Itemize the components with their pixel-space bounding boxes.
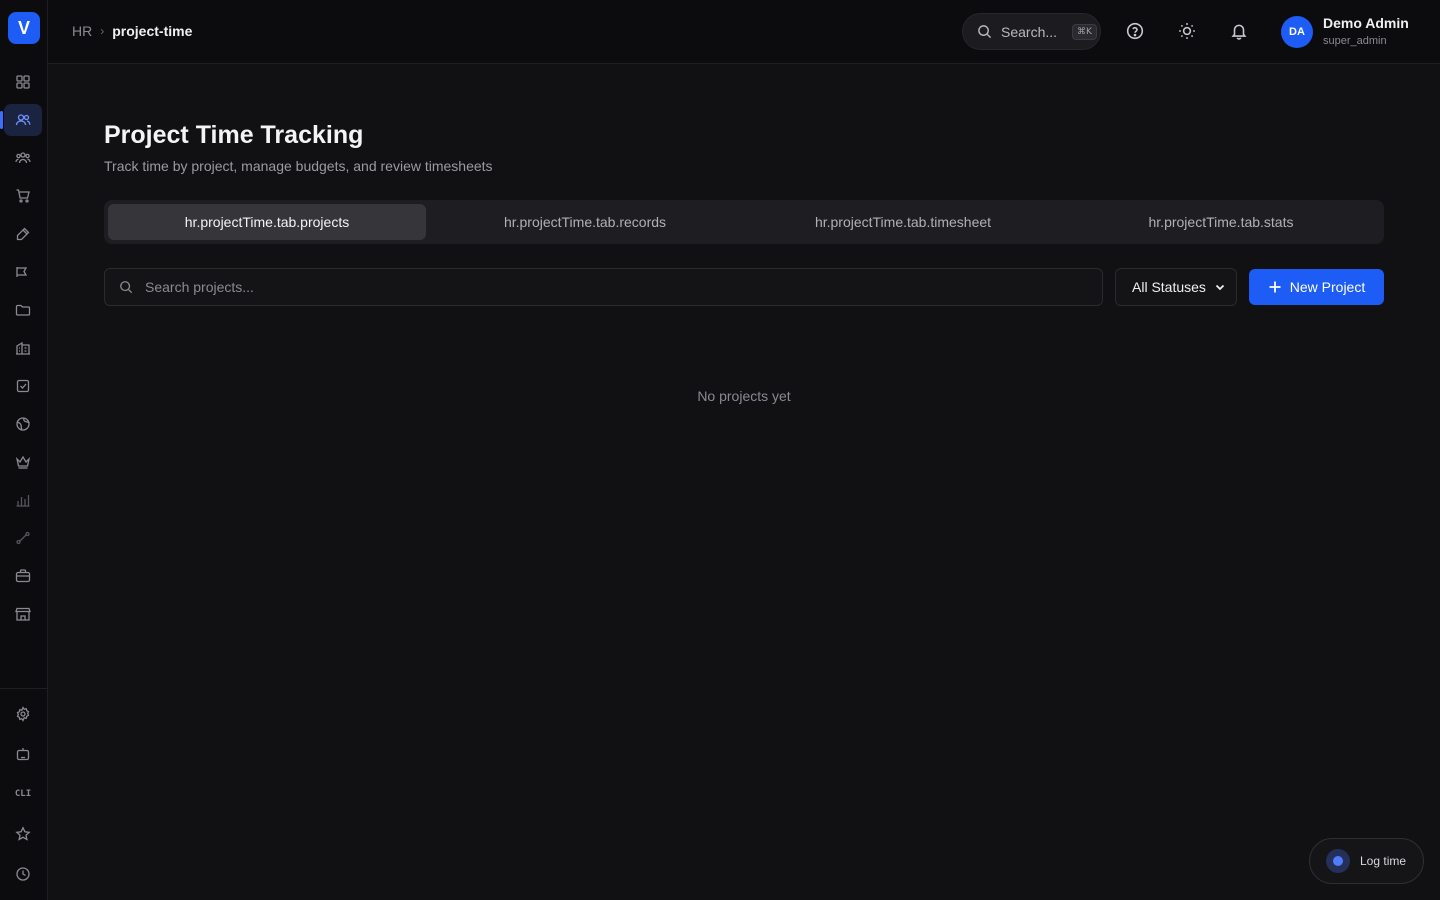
- page-title: Project Time Tracking: [104, 121, 364, 149]
- sidebar-item-history[interactable]: [4, 858, 42, 890]
- active-nav-indicator: [0, 111, 3, 129]
- status-filter-value: All Statuses: [1132, 279, 1206, 295]
- chevron-down-icon: [1215, 284, 1225, 291]
- star-icon: [15, 826, 31, 841]
- user-role: super_admin: [1323, 35, 1387, 47]
- sidebar-item-cli[interactable]: CLI: [4, 778, 42, 810]
- sidebar-item-settings[interactable]: [4, 698, 42, 730]
- pen-icon: [16, 227, 30, 241]
- theme-toggle-button[interactable]: [1176, 20, 1198, 42]
- tab-stats[interactable]: hr.projectTime.tab.stats: [1062, 204, 1380, 240]
- sidebar-item-hr[interactable]: [4, 104, 42, 136]
- sidebar-item-marketing[interactable]: [4, 256, 42, 288]
- clock-icon: [16, 867, 30, 881]
- sidebar-item-company[interactable]: [4, 332, 42, 364]
- cart-icon: [16, 189, 30, 203]
- breadcrumb: HR › project-time: [72, 23, 192, 39]
- bot-icon: [16, 748, 30, 761]
- user-name[interactable]: Demo Admin: [1323, 15, 1409, 31]
- sidebar-item-routes[interactable]: [4, 522, 42, 554]
- status-filter-select[interactable]: All Statuses: [1115, 268, 1237, 306]
- notifications-button[interactable]: [1228, 20, 1250, 42]
- global-search-button[interactable]: Search... ⌘K: [962, 13, 1101, 50]
- search-icon: [978, 25, 992, 39]
- sidebar: V CLI: [0, 0, 48, 900]
- search-icon: [120, 281, 133, 294]
- crown-icon: [15, 455, 31, 469]
- sidebar-item-files[interactable]: [4, 294, 42, 326]
- sidebar-item-shop[interactable]: [4, 180, 42, 212]
- sidebar-item-tasks[interactable]: [4, 370, 42, 402]
- globe-icon: [16, 417, 30, 431]
- app-logo[interactable]: V: [8, 12, 40, 44]
- megaphone-icon: [16, 267, 28, 277]
- search-label: Search...: [1001, 23, 1058, 40]
- empty-state-message: No projects yet: [697, 388, 791, 404]
- sidebar-item-premium[interactable]: [4, 446, 42, 478]
- folder-icon: [15, 304, 31, 316]
- bar-chart-icon: [16, 495, 30, 507]
- briefcase-icon: [15, 569, 31, 583]
- new-project-label: New Project: [1289, 279, 1366, 295]
- breadcrumb-current: project-time: [112, 23, 193, 39]
- tab-projects[interactable]: hr.projectTime.tab.projects: [108, 204, 426, 240]
- log-time-label: Log time: [1360, 854, 1407, 868]
- dashboard-icon: [16, 75, 30, 89]
- sidebar-item-team[interactable]: [4, 142, 42, 174]
- sidebar-item-design[interactable]: [4, 218, 42, 250]
- sidebar-item-favorites[interactable]: [4, 818, 42, 850]
- tab-bar: hr.projectTime.tab.projects hr.projectTi…: [104, 200, 1384, 244]
- top-header: HR › project-time Search... ⌘K DA Demo A…: [48, 0, 1440, 64]
- sidebar-item-jobs[interactable]: [4, 560, 42, 592]
- checkbox-icon: [16, 379, 30, 393]
- breadcrumb-root[interactable]: HR: [72, 23, 92, 39]
- plus-icon: [1269, 281, 1281, 293]
- project-search-box: [104, 268, 1103, 306]
- cli-icon: CLI: [14, 789, 32, 799]
- project-search-input[interactable]: [145, 279, 1102, 295]
- log-time-icon: [1326, 849, 1350, 873]
- sidebar-item-dashboard[interactable]: [4, 66, 42, 98]
- avatar[interactable]: DA: [1281, 16, 1313, 48]
- users-icon: [15, 114, 31, 126]
- page-subtitle: Track time by project, manage budgets, a…: [104, 158, 493, 174]
- breadcrumb-separator-icon: ›: [100, 24, 105, 38]
- building-icon: [16, 341, 30, 355]
- sidebar-item-store[interactable]: [4, 598, 42, 630]
- route-icon: [16, 531, 30, 545]
- tab-timesheet[interactable]: hr.projectTime.tab.timesheet: [744, 204, 1062, 240]
- search-shortcut: ⌘K: [1072, 23, 1097, 40]
- help-icon: [1126, 22, 1144, 40]
- sidebar-item-web[interactable]: [4, 408, 42, 440]
- store-icon: [15, 607, 31, 621]
- tab-records[interactable]: hr.projectTime.tab.records: [426, 204, 744, 240]
- sidebar-divider: [0, 688, 48, 689]
- sidebar-item-bot[interactable]: [4, 738, 42, 770]
- new-project-button[interactable]: New Project: [1249, 269, 1384, 305]
- help-button[interactable]: [1124, 20, 1146, 42]
- sidebar-item-reports[interactable]: [4, 484, 42, 516]
- team-icon: [15, 152, 31, 164]
- sun-icon: [1179, 23, 1195, 39]
- settings-icon: [16, 706, 30, 722]
- bell-icon: [1231, 24, 1247, 40]
- log-time-button[interactable]: Log time: [1309, 838, 1424, 884]
